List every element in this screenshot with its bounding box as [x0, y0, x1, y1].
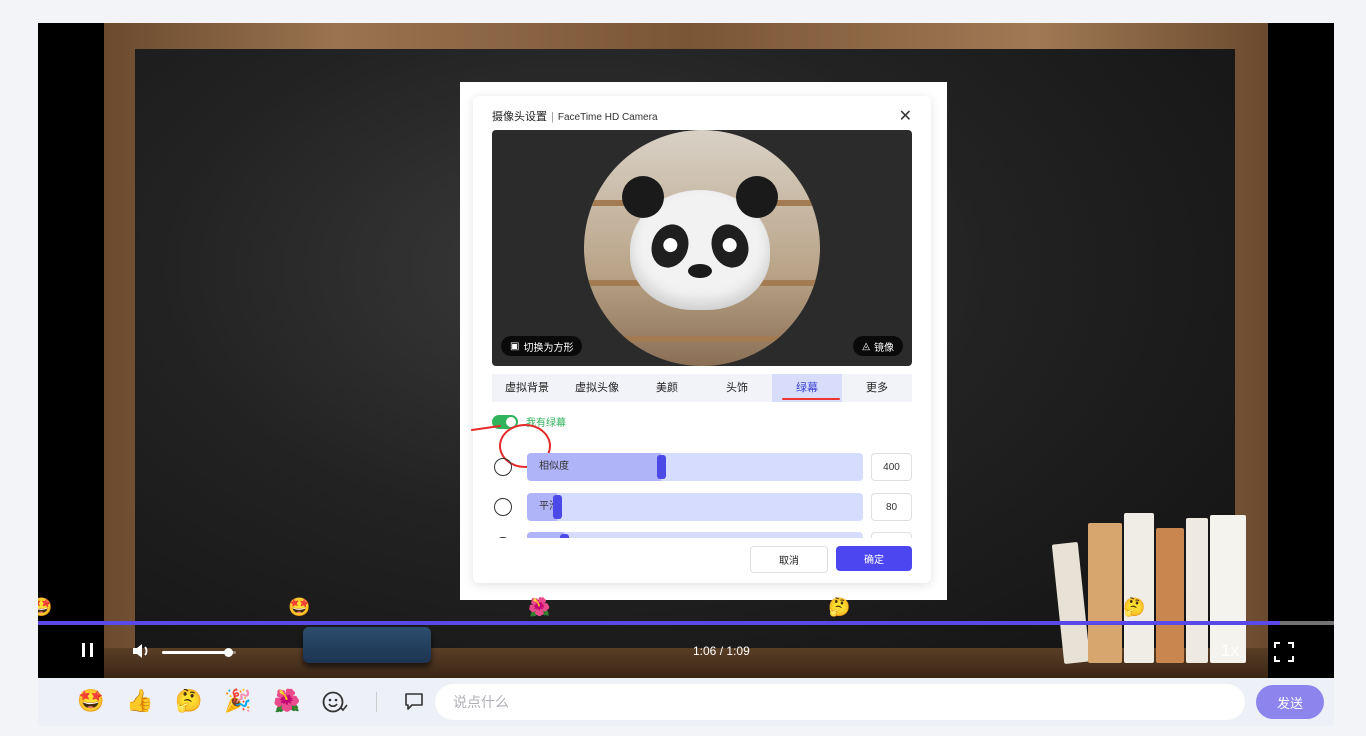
confirm-button[interactable]: 确定 [836, 546, 912, 571]
time-display: 1:06 / 1:09 [693, 644, 750, 658]
droplet-icon [494, 498, 512, 516]
reaction-hibiscus[interactable]: 🌺 [273, 688, 300, 714]
slider-thumb[interactable] [657, 455, 666, 479]
duration: 1:09 [726, 644, 750, 658]
dialog-title-text: 摄像头设置 [492, 111, 547, 123]
pause-button[interactable] [80, 641, 96, 664]
video-player[interactable]: 摄像头设置 | FaceTime HD Camera ✕ ▣ 切换为方形 ◬ 镜… [38, 23, 1334, 678]
chat-bubble-icon [405, 693, 423, 710]
tab-virtual-background[interactable]: 虚拟背景 [492, 374, 562, 402]
settings-tabs: 虚拟背景 虚拟头像 美颜 头饰 绿幕 更多 [492, 374, 912, 402]
mirror-label: 镜像 [874, 342, 894, 354]
reaction-thinking[interactable]: 🤔 [175, 688, 202, 714]
floating-reaction: 🤔 [828, 597, 851, 617]
floating-reaction: 🌺 [528, 597, 551, 617]
tab-beauty[interactable]: 美颜 [632, 374, 702, 402]
cancel-button[interactable]: 取消 [750, 546, 828, 573]
tab-virtual-avatar[interactable]: 虚拟头像 [562, 374, 632, 402]
reaction-party[interactable]: 🎉 [224, 688, 251, 714]
volume-icon [133, 644, 148, 658]
interaction-bar: 🤩 👍 🤔 🎉 🌺 发送 [38, 678, 1334, 726]
chat-input[interactable] [435, 684, 1245, 720]
similarity-icon [494, 458, 512, 476]
emoji-picker-icon[interactable] [322, 690, 348, 714]
switch-square-label: 切换为方形 [523, 342, 574, 354]
progress-fill [38, 621, 1280, 625]
slider-row-smoothness: 平滑 80 [492, 493, 912, 521]
current-time: 1:06 [693, 644, 717, 658]
floating-reaction: 🤔 [1123, 597, 1146, 617]
floating-reaction: 🤩 [38, 597, 53, 617]
eraser-image [303, 627, 431, 663]
slider-row-similarity: 相似度 400 [492, 453, 912, 481]
fullscreen-icon [1274, 642, 1294, 662]
volume-button[interactable] [131, 641, 153, 666]
pause-icon [82, 643, 93, 657]
speed-button[interactable]: 1x [1221, 641, 1239, 661]
smoothness-slider[interactable]: 平滑 [527, 493, 863, 521]
slider-thumb[interactable] [553, 495, 562, 519]
similarity-value[interactable]: 400 [871, 453, 912, 481]
volume-slider[interactable] [162, 648, 236, 657]
camera-preview: ▣ 切换为方形 ◬ 镜像 [492, 130, 912, 366]
camera-settings-dialog: 摄像头设置 | FaceTime HD Camera ✕ ▣ 切换为方形 ◬ 镜… [471, 96, 931, 583]
preview-circle [584, 130, 820, 366]
smoothness-value[interactable]: 80 [871, 493, 912, 521]
panda-avatar [622, 176, 778, 310]
portrait-icon: ▣ [510, 340, 520, 352]
tab-more[interactable]: 更多 [842, 374, 912, 402]
mirror-button[interactable]: ◬ 镜像 [853, 336, 903, 356]
volume-knob[interactable] [224, 648, 233, 657]
progress-bar[interactable] [38, 621, 1334, 625]
tab-green-screen[interactable]: 绿幕 [772, 374, 842, 402]
switch-square-button[interactable]: ▣ 切换为方形 [501, 336, 583, 356]
tab-headwear[interactable]: 头饰 [702, 374, 772, 402]
floating-reaction: 🤩 [288, 597, 311, 617]
fullscreen-button[interactable] [1274, 642, 1294, 667]
volume-fill [162, 651, 228, 654]
dialog-footer: 取消 确定 [473, 538, 931, 583]
time-separator: / [719, 644, 724, 658]
divider [376, 692, 377, 712]
similarity-label: 相似度 [539, 461, 569, 472]
reaction-thumbs-up[interactable]: 👍 [126, 688, 153, 714]
reaction-star-struck[interactable]: 🤩 [77, 688, 104, 714]
title-separator: | [551, 111, 554, 123]
send-button[interactable]: 发送 [1256, 685, 1324, 719]
dialog-title: 摄像头设置 | FaceTime HD Camera [492, 108, 658, 124]
close-icon[interactable]: ✕ [899, 106, 912, 126]
similarity-slider[interactable]: 相似度 [527, 453, 863, 481]
camera-name: FaceTime HD Camera [557, 112, 658, 123]
mirror-icon: ◬ [862, 340, 870, 352]
